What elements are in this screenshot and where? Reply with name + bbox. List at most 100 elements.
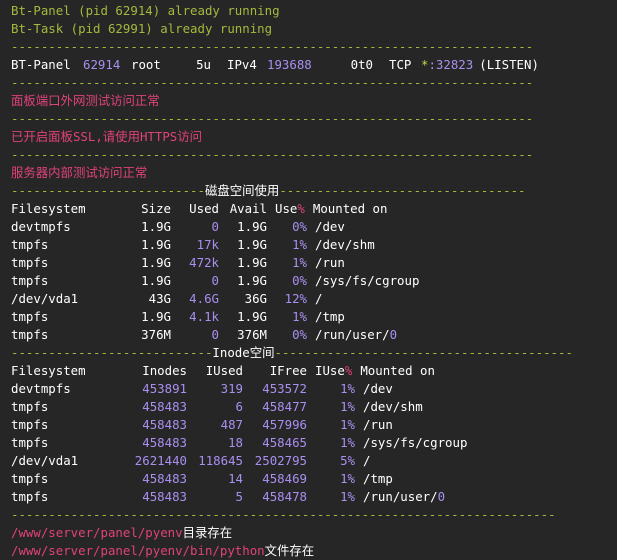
- disk-cell-size: 376M: [141, 327, 171, 342]
- path-suffix: 文件存在: [264, 543, 315, 558]
- disk-cell-avail: 1.9G: [237, 255, 267, 270]
- disk-cell-use: 1%: [292, 255, 307, 270]
- inode-cell-inodes: 453891: [142, 381, 187, 396]
- inode-cell-fs: tmpfs: [11, 399, 49, 414]
- disk-cell-used: 17k: [196, 237, 219, 252]
- inode-row: tmpfs 458483 18 458465 1% /sys/fs/cgroup: [11, 434, 617, 452]
- inode-cell-mount: /dev/shm: [363, 399, 423, 414]
- disk-cell-use: 0%: [292, 273, 307, 288]
- lsof-size: 0t0: [350, 57, 373, 72]
- lsof-port: :32823: [428, 57, 474, 72]
- disk-cell-use: 0%: [292, 327, 307, 342]
- inode-cell-mount: /dev: [363, 381, 393, 396]
- inode-header: Filesystem Inodes IUsed IFree IUse% Mounted o…: [11, 362, 617, 380]
- inode-cell-iuse: 5%: [340, 453, 355, 468]
- disk-cell-used: 4.1k: [189, 309, 219, 324]
- inode-cell-iused: 5: [235, 489, 243, 504]
- disk-cell-used: 472k: [189, 255, 219, 270]
- path-text: /www/server/panel/pyenv/bin/python: [11, 543, 265, 558]
- inode-cell-iused: 118645: [198, 453, 243, 468]
- inode-cell-fs: tmpfs: [11, 435, 49, 450]
- disk-cell-mount: /tmp: [315, 309, 345, 324]
- inode-table: devtmpfs 453891 319 453572 1% /dev tmpfs 458483…: [11, 380, 617, 506]
- disk-cell-mount: /dev: [315, 219, 345, 234]
- inode-cell-mount: /tmp: [363, 471, 393, 486]
- inode-cell-ifree: 458478: [262, 489, 307, 504]
- inode-cell-mount: /: [363, 453, 371, 468]
- disk-cell-mount: /dev/shm: [315, 237, 375, 252]
- disk-row: devtmpfs 1.9G 0 1.9G 0% /dev: [11, 218, 617, 236]
- disk-cell-size: 1.9G: [141, 255, 171, 270]
- lsof-line: BT-Panel 62914 root 5u IPv4 193688 0t0 TCP *:328…: [11, 56, 617, 74]
- inode-cell-inodes: 458483: [142, 489, 187, 504]
- inode-title: ---------------------------Inode空间------…: [11, 344, 617, 362]
- inode-cell-iused: 487: [220, 417, 243, 432]
- disk-cell-avail: 1.9G: [237, 273, 267, 288]
- disk-header-size: Size: [141, 201, 171, 216]
- disk-cell-size: 43G: [148, 291, 171, 306]
- disk-cell-size: 1.9G: [141, 309, 171, 324]
- disk-cell-used: 4.6G: [189, 291, 219, 306]
- inode-cell-mount: /sys/fs/cgroup: [363, 435, 468, 450]
- disk-cell-fs: tmpfs: [11, 255, 49, 270]
- inode-cell-fs: tmpfs: [11, 417, 49, 432]
- inode-cell-mount-id: 0: [437, 489, 446, 504]
- terminal-output: Bt-Panel (pid 62914) already running Bt-…: [0, 0, 617, 559]
- inode-cell-ifree: 453572: [262, 381, 307, 396]
- disk-cell-mount: /run/user/: [315, 327, 390, 342]
- disk-row: tmpfs 1.9G 472k 1.9G 1% /run: [11, 254, 617, 272]
- disk-cell-fs: devtmpfs: [11, 219, 71, 234]
- disk-cell-size: 1.9G: [141, 273, 171, 288]
- disk-row: tmpfs 1.9G 17k 1.9G 1% /dev/shm: [11, 236, 617, 254]
- separator: ----------------------------------------…: [11, 147, 534, 162]
- separator: ----------------------------------------…: [11, 39, 534, 54]
- inode-cell-ifree: 458469: [262, 471, 307, 486]
- inode-cell-ifree: 457996: [262, 417, 307, 432]
- disk-title-text: 磁盘空间使用: [204, 183, 280, 198]
- disk-cell-fs: tmpfs: [11, 273, 49, 288]
- inode-cell-ifree: 458477: [262, 399, 307, 414]
- lsof-cmd: BT-Panel: [11, 57, 71, 72]
- disk-cell-size: 1.9G: [141, 237, 171, 252]
- inode-cell-inodes: 458483: [142, 399, 187, 414]
- inode-row: tmpfs 458483 6 458477 1% /dev/shm: [11, 398, 617, 416]
- status-panel: Bt-Panel (pid 62914) already running: [11, 3, 280, 18]
- msg-ssl: 已开启面板SSL,请使用HTTPS访问: [11, 129, 203, 144]
- disk-title: --------------------------磁盘空间使用--------…: [11, 182, 617, 200]
- path-suffix: 目录存在: [182, 525, 233, 540]
- inode-cell-inodes: 458483: [142, 417, 187, 432]
- inode-title-left: ---------------------------: [11, 345, 213, 360]
- disk-header-use: Use: [275, 201, 298, 216]
- inode-cell-mount: /run: [363, 417, 393, 432]
- inode-cell-iuse: 1%: [340, 489, 355, 504]
- inode-header-fs: Filesystem: [11, 363, 86, 378]
- inode-cell-iused: 18: [228, 435, 243, 450]
- disk-cell-used: 0: [211, 327, 219, 342]
- inode-cell-ifree: 458465: [262, 435, 307, 450]
- disk-cell-mount-id: 0: [389, 327, 398, 342]
- disk-title-left: --------------------------: [11, 183, 205, 198]
- inode-cell-inodes: 458483: [142, 471, 187, 486]
- inode-row: tmpfs 458483 487 457996 1% /run: [11, 416, 617, 434]
- inode-cell-iuse: 1%: [340, 471, 355, 486]
- bottom-separator: ----------------------------------------…: [11, 507, 556, 522]
- lsof-pid: 62914: [83, 57, 121, 72]
- inode-title-text: Inode空间: [212, 345, 275, 360]
- disk-cell-avail: 1.9G: [237, 309, 267, 324]
- inode-cell-iuse: 1%: [340, 381, 355, 396]
- lsof-fd: 5u: [196, 57, 211, 72]
- inode-cell-iused: 14: [228, 471, 243, 486]
- inode-header-inodes: Inodes: [142, 363, 187, 378]
- inode-row: /dev/vda1 2621440 118645 2502795 5% /: [11, 452, 617, 470]
- inode-cell-inodes: 2621440: [134, 453, 187, 468]
- disk-title-right: ---------------------------------: [279, 183, 526, 198]
- disk-cell-avail: 1.9G: [237, 219, 267, 234]
- inode-cell-iuse: 1%: [340, 435, 355, 450]
- inode-cell-fs: tmpfs: [11, 489, 49, 504]
- inode-header-ifree: IFree: [269, 363, 307, 378]
- disk-cell-avail: 376M: [237, 327, 267, 342]
- inode-cell-iuse: 1%: [340, 399, 355, 414]
- disk-header-used: Used: [189, 201, 219, 216]
- disk-row: /dev/vda1 43G 4.6G 36G 12% /: [11, 290, 617, 308]
- inode-header-iused: IUsed: [205, 363, 243, 378]
